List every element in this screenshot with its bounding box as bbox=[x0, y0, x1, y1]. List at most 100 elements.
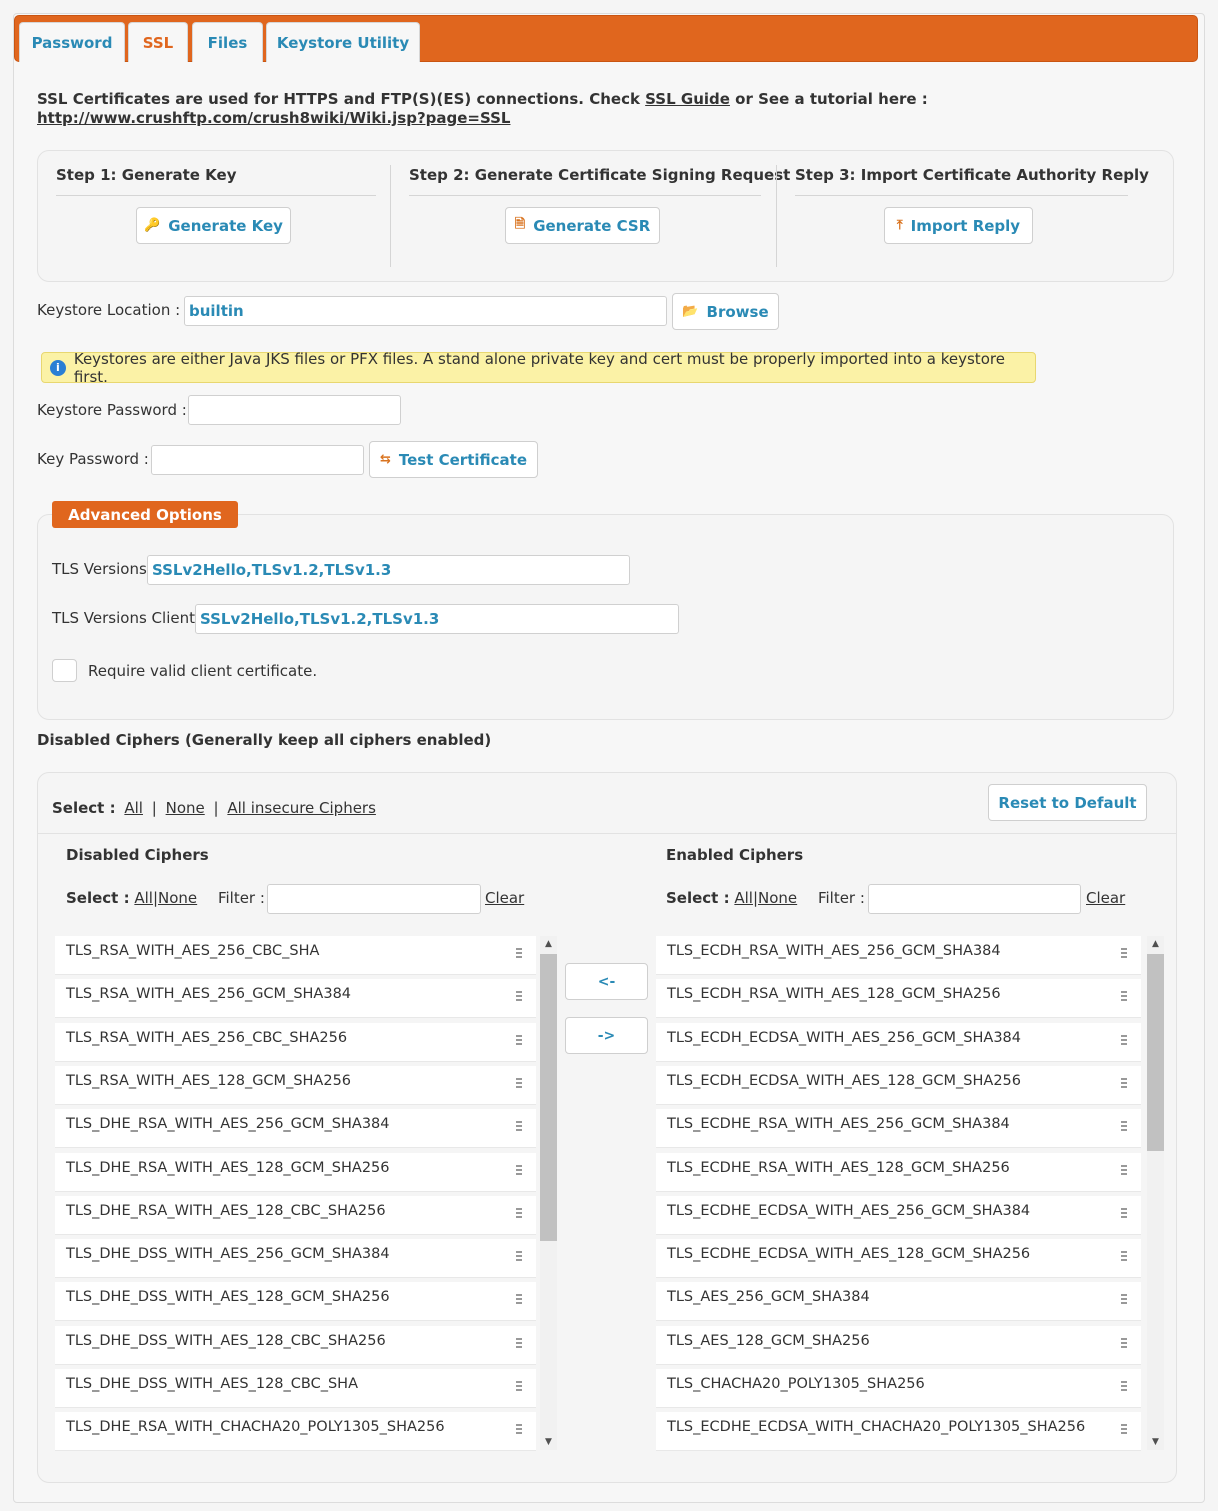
list-item[interactable]: TLS_ECDHE_ECDSA_WITH_CHACHA20_POLY1305_S… bbox=[656, 1412, 1141, 1452]
drag-handle-icon[interactable] bbox=[1121, 1164, 1127, 1177]
require-client-cert-checkbox[interactable] bbox=[52, 659, 77, 682]
reset-to-default-button[interactable]: Reset to Default bbox=[988, 784, 1147, 821]
drag-handle-icon[interactable] bbox=[516, 1251, 522, 1264]
drag-handle-icon[interactable] bbox=[1121, 1207, 1127, 1220]
enabled-filter-input[interactable] bbox=[868, 884, 1081, 914]
cipher-name: TLS_DHE_RSA_WITH_CHACHA20_POLY1305_SHA25… bbox=[66, 1419, 445, 1436]
list-item[interactable]: TLS_ECDH_ECDSA_WITH_AES_128_GCM_SHA256 bbox=[656, 1065, 1141, 1105]
step-1-title: Step 1: Generate Key bbox=[56, 166, 237, 184]
disabled-scroll-up-icon[interactable]: ▲ bbox=[540, 937, 557, 951]
tab-keystore-utility[interactable]: Keystore Utility bbox=[266, 22, 420, 62]
enabled-ciphers-title: Enabled Ciphers bbox=[666, 846, 804, 864]
tutorial-link[interactable]: http://www.crushftp.com/crush8wiki/Wiki.… bbox=[37, 109, 510, 127]
list-item[interactable]: TLS_DHE_DSS_WITH_AES_128_CBC_SHA256 bbox=[55, 1325, 536, 1365]
move-to-disabled-button[interactable]: <- bbox=[565, 963, 648, 1000]
disabled-select-all-link[interactable]: All bbox=[134, 889, 153, 907]
drag-handle-icon[interactable] bbox=[1121, 1121, 1127, 1134]
list-item[interactable]: TLS_DHE_DSS_WITH_AES_128_GCM_SHA256 bbox=[55, 1282, 536, 1322]
cipher-name: TLS_RSA_WITH_AES_128_GCM_SHA256 bbox=[66, 1072, 352, 1089]
disabled-scroll-down-icon[interactable]: ▼ bbox=[540, 1435, 557, 1449]
upload-icon: ⤒ bbox=[896, 218, 903, 233]
drag-handle-icon[interactable] bbox=[516, 1294, 522, 1307]
drag-handle-icon[interactable] bbox=[516, 1121, 522, 1134]
drag-handle-icon[interactable] bbox=[1121, 1294, 1127, 1307]
list-item[interactable]: TLS_DHE_RSA_WITH_AES_256_GCM_SHA384 bbox=[55, 1109, 536, 1149]
list-item[interactable]: TLS_DHE_RSA_WITH_CHACHA20_POLY1305_SHA25… bbox=[55, 1412, 536, 1452]
drag-handle-icon[interactable] bbox=[1121, 1034, 1127, 1047]
tab-ssl[interactable]: SSL bbox=[128, 22, 188, 62]
list-item[interactable]: TLS_DHE_DSS_WITH_AES_256_GCM_SHA384 bbox=[55, 1239, 536, 1279]
tls-versions-client-input[interactable]: SSLv2Hello,TLSv1.2,TLSv1.3 bbox=[195, 604, 679, 634]
keystore-password-input[interactable] bbox=[188, 395, 401, 425]
list-item[interactable]: TLS_ECDHE_RSA_WITH_AES_128_GCM_SHA256 bbox=[656, 1152, 1141, 1192]
list-item[interactable]: TLS_RSA_WITH_AES_256_GCM_SHA384 bbox=[55, 979, 536, 1019]
enabled-filter-label: Filter : bbox=[817, 889, 865, 907]
drag-handle-icon[interactable] bbox=[1121, 1381, 1127, 1393]
list-item[interactable]: TLS_DHE_RSA_WITH_AES_128_CBC_SHA256 bbox=[55, 1195, 536, 1235]
drag-handle-icon[interactable] bbox=[1121, 1337, 1127, 1350]
advanced-options-title[interactable]: Advanced Options bbox=[52, 501, 238, 528]
enabled-list-scroll-thumb[interactable] bbox=[1147, 954, 1164, 1151]
move-to-enabled-button[interactable]: -> bbox=[565, 1017, 648, 1054]
list-item[interactable]: TLS_DHE_RSA_WITH_AES_128_GCM_SHA256 bbox=[55, 1152, 536, 1192]
keystore-location-label: Keystore Location : bbox=[37, 301, 181, 319]
list-item[interactable]: TLS_AES_256_GCM_SHA384 bbox=[656, 1282, 1141, 1322]
import-reply-button[interactable]: ⤒ Import Reply bbox=[884, 207, 1033, 244]
drag-handle-icon[interactable] bbox=[516, 1034, 522, 1047]
drag-handle-icon[interactable] bbox=[516, 1077, 522, 1090]
keystore-location-input[interactable]: builtin bbox=[184, 296, 667, 326]
browse-label: Browse bbox=[706, 302, 769, 321]
drag-handle-icon[interactable] bbox=[516, 991, 522, 1004]
list-item[interactable]: TLS_RSA_WITH_AES_256_CBC_SHA256 bbox=[55, 1022, 536, 1062]
drag-handle-icon[interactable] bbox=[516, 1381, 522, 1393]
cipher-name: TLS_DHE_DSS_WITH_AES_128_CBC_SHA256 bbox=[66, 1332, 386, 1349]
drag-handle-icon[interactable] bbox=[516, 1424, 522, 1437]
list-item[interactable]: TLS_ECDHE_ECDSA_WITH_AES_128_GCM_SHA256 bbox=[656, 1239, 1141, 1279]
list-item[interactable]: TLS_RSA_WITH_AES_256_CBC_SHA bbox=[55, 936, 536, 975]
disabled-filter-input[interactable] bbox=[267, 884, 481, 914]
tab-password[interactable]: Password bbox=[19, 22, 125, 62]
tab-files[interactable]: Files bbox=[192, 22, 263, 62]
list-item[interactable]: TLS_ECDH_ECDSA_WITH_AES_256_GCM_SHA384 bbox=[656, 1022, 1141, 1062]
select-none-link[interactable]: None bbox=[166, 799, 205, 817]
select-insecure-link[interactable]: All insecure Ciphers bbox=[227, 799, 376, 817]
list-item[interactable]: TLS_ECDHE_RSA_WITH_AES_256_GCM_SHA384 bbox=[656, 1109, 1141, 1149]
enabled-select-all-link[interactable]: All bbox=[734, 889, 753, 907]
cipher-name: TLS_RSA_WITH_AES_256_CBC_SHA bbox=[66, 943, 320, 959]
list-item[interactable]: TLS_AES_128_GCM_SHA256 bbox=[656, 1325, 1141, 1365]
drag-handle-icon[interactable] bbox=[1121, 1251, 1127, 1264]
tls-versions-input[interactable]: SSLv2Hello,TLSv1.2,TLSv1.3 bbox=[147, 555, 630, 585]
disabled-select-none-link[interactable]: None bbox=[158, 889, 197, 907]
disabled-select-row: Select : All|None Filter : bbox=[66, 889, 265, 907]
list-item[interactable]: TLS_RSA_WITH_AES_128_GCM_SHA256 bbox=[55, 1065, 536, 1105]
disabled-clear-link[interactable]: Clear bbox=[485, 889, 524, 907]
list-item[interactable]: TLS_ECDHE_ECDSA_WITH_AES_256_GCM_SHA384 bbox=[656, 1195, 1141, 1235]
generate-key-button[interactable]: 🔑 Generate Key bbox=[136, 207, 291, 244]
drag-handle-icon[interactable] bbox=[1121, 1424, 1127, 1437]
enabled-clear-link[interactable]: Clear bbox=[1086, 889, 1125, 907]
drag-handle-icon[interactable] bbox=[1121, 1077, 1127, 1090]
drag-handle-icon[interactable] bbox=[516, 948, 522, 960]
drag-handle-icon[interactable] bbox=[516, 1337, 522, 1350]
global-select-label: Select : bbox=[52, 799, 116, 817]
generate-csr-label: Generate CSR bbox=[533, 216, 651, 235]
enabled-scroll-down-icon[interactable]: ▼ bbox=[1147, 1435, 1164, 1449]
list-item[interactable]: TLS_DHE_DSS_WITH_AES_128_CBC_SHA bbox=[55, 1369, 536, 1408]
ssl-guide-link[interactable]: SSL Guide bbox=[645, 90, 730, 108]
drag-handle-icon[interactable] bbox=[516, 1164, 522, 1177]
test-certificate-button[interactable]: ⇆ Test Certificate bbox=[369, 441, 538, 478]
drag-handle-icon[interactable] bbox=[516, 1207, 522, 1220]
list-item[interactable]: TLS_CHACHA20_POLY1305_SHA256 bbox=[656, 1369, 1141, 1408]
enabled-select-none-link[interactable]: None bbox=[758, 889, 797, 907]
drag-handle-icon[interactable] bbox=[1121, 991, 1127, 1004]
drag-handle-icon[interactable] bbox=[1121, 948, 1127, 960]
generate-csr-button[interactable]: 🗎 Generate CSR bbox=[505, 207, 660, 244]
browse-button[interactable]: 📂 Browse bbox=[672, 293, 779, 330]
enabled-scroll-up-icon[interactable]: ▲ bbox=[1147, 937, 1164, 951]
select-all-link[interactable]: All bbox=[124, 799, 143, 817]
disabled-list-scroll-thumb[interactable] bbox=[540, 954, 557, 1241]
list-item[interactable]: TLS_ECDH_RSA_WITH_AES_256_GCM_SHA384 bbox=[656, 936, 1141, 975]
list-item[interactable]: TLS_ECDH_RSA_WITH_AES_128_GCM_SHA256 bbox=[656, 979, 1141, 1019]
key-password-input[interactable] bbox=[151, 445, 364, 475]
cipher-name: TLS_ECDHE_ECDSA_WITH_CHACHA20_POLY1305_S… bbox=[667, 1419, 1086, 1436]
